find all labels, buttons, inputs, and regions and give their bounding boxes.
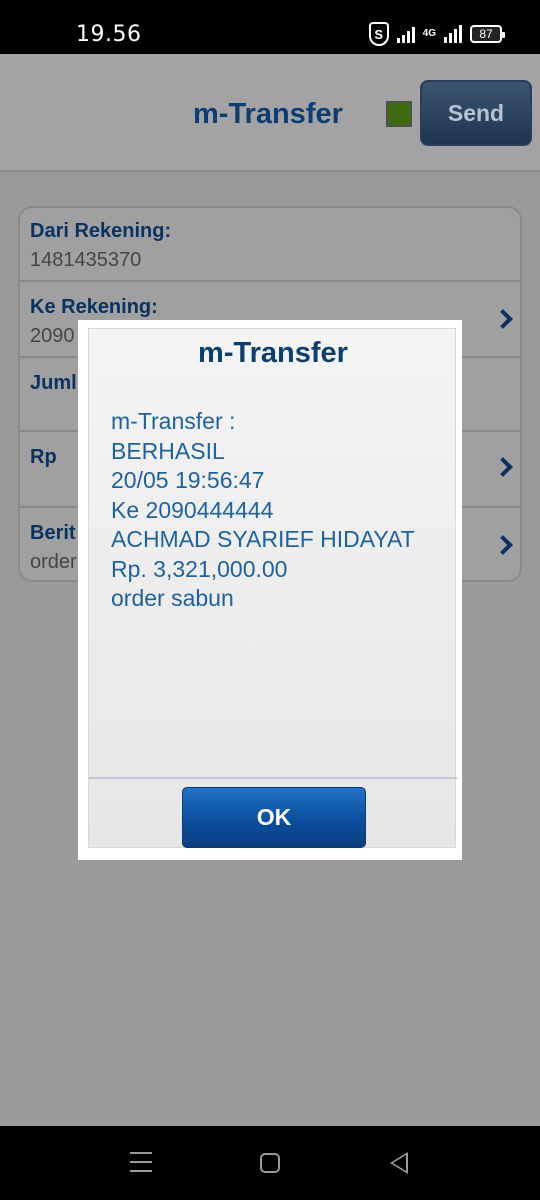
back-icon[interactable] (390, 1152, 408, 1174)
status-time: 19.56 (76, 22, 142, 47)
form-label: Dari Rekening: (30, 220, 172, 242)
send-button[interactable]: Send (420, 80, 532, 146)
chevron-right-icon (493, 309, 513, 329)
network-type: 4G (422, 28, 436, 39)
transfer-result-dialog: m-Transfer m-Transfer : BERHASIL 20/05 1… (78, 320, 462, 860)
message-line: Ke 2090444444 (111, 496, 274, 523)
chevron-right-icon (493, 535, 513, 555)
shield-s-icon: S (368, 22, 389, 46)
page-title: m-Transfer (193, 98, 343, 130)
message-line: 20/05 19:56:47 (111, 467, 265, 493)
app-header: m-Transfer Send (0, 54, 540, 172)
ok-button[interactable]: OK (182, 787, 366, 848)
system-nav-bar (0, 1126, 540, 1200)
form-label: Juml (30, 372, 77, 394)
signal-icon (396, 25, 415, 43)
dialog-divider (89, 777, 457, 779)
signal-icon-2 (444, 25, 462, 43)
connection-status-indicator (386, 101, 412, 127)
chevron-right-icon (493, 457, 513, 477)
menu-icon[interactable] (130, 1152, 152, 1172)
form-label: Berit (30, 522, 76, 544)
form-value: order (30, 551, 77, 573)
dialog-title: m-Transfer (198, 337, 348, 369)
message-line: Rp. 3,321,000.00 (111, 555, 288, 582)
status-bar: 19.56 S 4G 87 (0, 0, 540, 54)
dialog-body: m-Transfer m-Transfer : BERHASIL 20/05 1… (88, 328, 457, 848)
dialog-message: m-Transfer : BERHASIL 20/05 19:56:47 Ke … (111, 407, 415, 614)
form-row-source-account[interactable]: Dari Rekening: 1481435370 (20, 208, 520, 282)
message-line: BERHASIL (111, 437, 225, 464)
form-label: Rp (30, 446, 57, 468)
battery-icon: 87 (470, 25, 505, 43)
status-icons: S 4G 87 (368, 22, 505, 46)
message-line: m-Transfer : (111, 408, 236, 434)
message-line: order sabun (111, 585, 234, 611)
form-label: Ke Rekening: (30, 296, 158, 318)
form-value: 1481435370 (30, 249, 142, 271)
form-value: 2090 (30, 325, 75, 347)
home-icon[interactable] (260, 1153, 280, 1173)
message-line: ACHMAD SYARIEF HIDAYAT (111, 526, 415, 552)
